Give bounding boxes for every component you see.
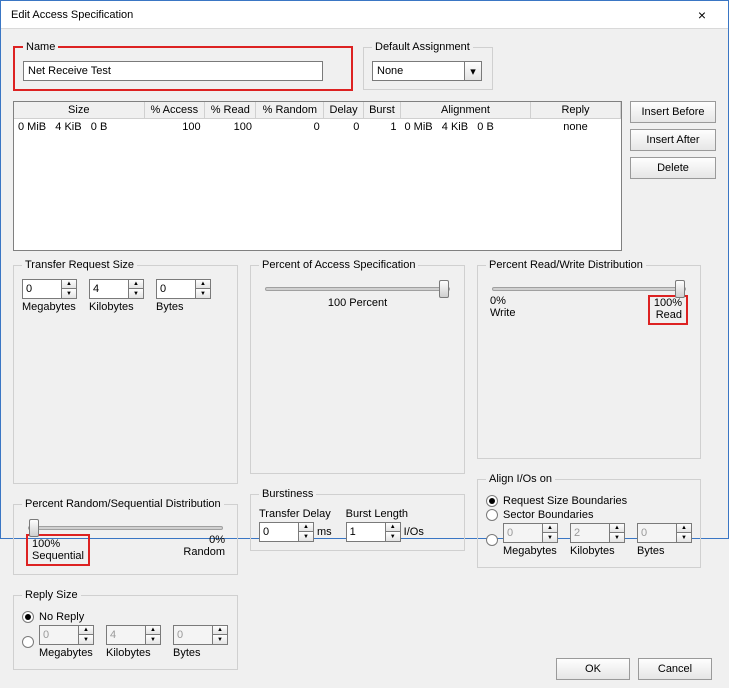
burst-length-input[interactable] (346, 522, 386, 542)
random-sequential-group: Percent Random/Sequential Distribution 1… (13, 498, 238, 575)
trs-mb-input[interactable] (22, 279, 62, 299)
slider-thumb-icon[interactable] (675, 280, 685, 298)
percent-access-group: Percent of Access Specification 100 Perc… (250, 259, 465, 474)
align-kb-input[interactable] (570, 523, 610, 543)
default-assignment-group: Default Assignment None ▾ (363, 41, 493, 90)
align-b-spinner[interactable]: ▲▼ (637, 523, 692, 543)
name-input[interactable] (23, 61, 323, 81)
radio-checked-icon (486, 495, 498, 507)
align-mb-input[interactable] (503, 523, 543, 543)
col-alignment: Alignment (401, 102, 531, 119)
no-reply-radio[interactable]: No Reply (22, 611, 229, 623)
delete-button[interactable]: Delete (630, 157, 716, 179)
table-row[interactable]: 0 MiB 4 KiB 0 B 100 100 0 0 1 0 MiB 4 Ki… (14, 119, 621, 136)
reply-mb-spinner[interactable]: ▲▼ (39, 625, 94, 645)
col-access: % Access (144, 102, 205, 119)
align-mb-spinner[interactable]: ▲▼ (503, 523, 558, 543)
col-read: % Read (205, 102, 256, 119)
chevron-down-icon: ▾ (464, 62, 481, 80)
reply-size-group: Reply Size No Reply ▲▼ Megabytes (13, 589, 238, 670)
reply-mb-input[interactable] (39, 625, 79, 645)
cancel-button[interactable]: Cancel (638, 658, 712, 680)
align-request-radio[interactable]: Request Size Boundaries (486, 495, 692, 507)
ok-button[interactable]: OK (556, 658, 630, 680)
read-write-slider[interactable] (492, 287, 686, 291)
default-assignment-select[interactable]: None ▾ (372, 61, 482, 81)
col-delay: Delay (324, 102, 364, 119)
burst-length-spinner[interactable]: ▲▼ (346, 522, 401, 542)
transfer-request-size-group: Transfer Request Size ▲▼ Megabytes ▲▼ (13, 259, 238, 484)
read-write-group: Percent Read/Write Distribution 0% Write… (477, 259, 701, 459)
radio-checked-icon (22, 611, 34, 623)
slider-thumb-icon[interactable] (29, 519, 39, 537)
insert-after-button[interactable]: Insert After (630, 129, 716, 151)
default-legend: Default Assignment (372, 41, 473, 53)
col-burst: Burst (363, 102, 400, 119)
reply-kb-spinner[interactable]: ▲▼ (106, 625, 161, 645)
trs-mb-spinner[interactable]: ▲▼ (22, 279, 77, 299)
reply-kb-input[interactable] (106, 625, 146, 645)
grid-header: Size % Access % Read % Random Delay Burs… (14, 102, 621, 119)
window-title: Edit Access Specification (11, 9, 682, 21)
reply-b-input[interactable] (173, 625, 213, 645)
col-reply: Reply (531, 102, 621, 119)
close-icon: × (698, 7, 706, 23)
percent-access-slider[interactable] (265, 287, 450, 291)
trs-b-spinner[interactable]: ▲▼ (156, 279, 211, 299)
trs-kb-input[interactable] (89, 279, 129, 299)
random-slider[interactable] (28, 526, 223, 530)
align-custom-radio[interactable] (486, 534, 498, 546)
trs-b-input[interactable] (156, 279, 196, 299)
align-sector-radio[interactable]: Sector Boundaries (486, 509, 692, 521)
align-b-input[interactable] (637, 523, 677, 543)
radio-unchecked-icon (486, 509, 498, 521)
close-button[interactable]: × (682, 4, 722, 26)
default-assignment-value: None (373, 65, 464, 77)
transfer-delay-input[interactable] (259, 522, 299, 542)
col-random: % Random (256, 102, 324, 119)
reply-b-spinner[interactable]: ▲▼ (173, 625, 228, 645)
slider-thumb-icon[interactable] (439, 280, 449, 298)
arrow-up-icon: ▲ (62, 280, 76, 289)
insert-before-button[interactable]: Insert Before (630, 101, 716, 123)
col-size: Size (14, 102, 144, 119)
name-legend: Name (23, 41, 58, 53)
titlebar: Edit Access Specification × (1, 1, 728, 29)
trs-kb-spinner[interactable]: ▲▼ (89, 279, 144, 299)
align-io-group: Align I/Os on Request Size Boundaries Se… (477, 473, 701, 568)
name-group: Name (13, 41, 353, 91)
spec-grid[interactable]: Size % Access % Read % Random Delay Burs… (13, 101, 622, 251)
align-kb-spinner[interactable]: ▲▼ (570, 523, 625, 543)
reply-custom-radio[interactable] (22, 636, 34, 648)
arrow-down-icon: ▼ (62, 289, 76, 298)
burstiness-group: Burstiness Transfer Delay ▲▼ ms (250, 488, 465, 551)
transfer-delay-spinner[interactable]: ▲▼ (259, 522, 314, 542)
